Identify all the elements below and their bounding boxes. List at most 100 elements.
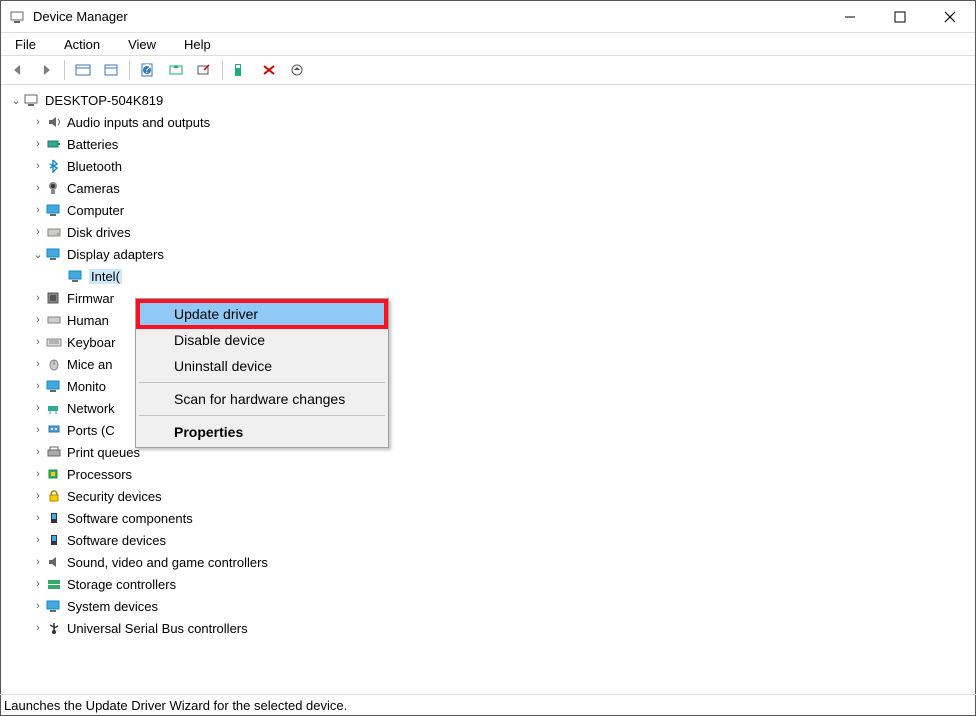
expander-icon[interactable]: ⌄ (9, 94, 23, 107)
expander-icon[interactable]: › (31, 468, 45, 480)
tree-item-label: Processors (67, 467, 132, 482)
uninstall-device-button[interactable] (256, 58, 282, 82)
tree-item-disk-drives[interactable]: › Disk drives (9, 221, 975, 243)
display-adapter-icon (67, 268, 85, 284)
expander-icon[interactable]: › (31, 138, 45, 150)
expander-icon[interactable]: › (31, 380, 45, 392)
context-uninstall-device[interactable]: Uninstall device (138, 353, 386, 379)
keyboard-icon (45, 334, 63, 350)
bluetooth-icon (45, 158, 63, 174)
expander-icon[interactable]: › (31, 116, 45, 128)
tree-root[interactable]: ⌄ DESKTOP-504K819 (9, 89, 975, 111)
tree-item-label: Monito (67, 379, 106, 394)
storage-icon (45, 576, 63, 592)
expander-icon[interactable]: › (31, 578, 45, 590)
tree-item-computer[interactable]: › Computer (9, 199, 975, 221)
tree-item-label: Keyboar (67, 335, 115, 350)
display-adapter-icon (45, 246, 63, 262)
tree-item-display-adapters[interactable]: ⌄ Display adapters (9, 243, 975, 265)
tree-item-software-devices[interactable]: › Software devices (9, 529, 975, 551)
expander-icon[interactable]: › (31, 402, 45, 414)
forward-button[interactable] (33, 58, 59, 82)
computer-icon (23, 92, 41, 108)
menu-file[interactable]: File (9, 35, 42, 54)
properties-button[interactable] (98, 58, 124, 82)
hid-icon (45, 312, 63, 328)
tree-item-audio[interactable]: › Audio inputs and outputs (9, 111, 975, 133)
tree-item-label: System devices (67, 599, 158, 614)
expander-icon[interactable]: › (31, 556, 45, 568)
expander-icon[interactable]: › (31, 336, 45, 348)
tree-item-label: Computer (67, 203, 124, 218)
system-icon (45, 598, 63, 614)
speaker-icon (45, 114, 63, 130)
help-button[interactable]: ? (135, 58, 161, 82)
expander-icon[interactable]: › (31, 292, 45, 304)
expander-icon[interactable]: › (31, 534, 45, 546)
expander-icon[interactable]: › (31, 512, 45, 524)
menu-view[interactable]: View (122, 35, 162, 54)
context-properties[interactable]: Properties (138, 419, 386, 445)
expander-icon[interactable]: › (31, 622, 45, 634)
expander-icon[interactable]: › (31, 182, 45, 194)
tree-item-intel-uhd[interactable]: Intel( (9, 265, 975, 287)
context-update-driver[interactable]: Update driver (138, 301, 386, 327)
menu-action[interactable]: Action (58, 35, 106, 54)
device-manager-icon (9, 9, 25, 25)
context-scan-hardware[interactable]: Scan for hardware changes (138, 386, 386, 412)
back-button[interactable] (5, 58, 31, 82)
expander-icon[interactable]: › (31, 160, 45, 172)
maximize-button[interactable] (875, 1, 925, 32)
close-button[interactable] (925, 1, 975, 32)
battery-icon (45, 136, 63, 152)
context-separator (139, 415, 385, 416)
expander-icon[interactable]: ⌄ (31, 248, 45, 261)
tree-item-bluetooth[interactable]: › Bluetooth (9, 155, 975, 177)
tree-item-system-devices[interactable]: › System devices (9, 595, 975, 617)
menu-help[interactable]: Help (178, 35, 217, 54)
expander-icon[interactable]: › (31, 314, 45, 326)
tree-item-label: Software devices (67, 533, 166, 548)
scan-for-hardware-button[interactable] (228, 58, 254, 82)
tree-item-label: Audio inputs and outputs (67, 115, 210, 130)
tree-item-cameras[interactable]: › Cameras (9, 177, 975, 199)
monitor-icon (45, 378, 63, 394)
context-menu: Update driver Disable device Uninstall d… (135, 298, 389, 448)
tree-item-processors[interactable]: › Processors (9, 463, 975, 485)
expander-icon[interactable]: › (31, 490, 45, 502)
disable-device-button[interactable] (191, 58, 217, 82)
monitor-icon (45, 202, 63, 218)
add-legacy-hardware-button[interactable] (284, 58, 310, 82)
minimize-button[interactable] (825, 1, 875, 32)
tree-item-batteries[interactable]: › Batteries (9, 133, 975, 155)
expander-icon[interactable]: › (31, 204, 45, 216)
status-text: Launches the Update Driver Wizard for th… (4, 698, 347, 713)
expander-icon[interactable]: › (31, 446, 45, 458)
tree-item-label: Network (67, 401, 115, 416)
tree-item-label: Display adapters (67, 247, 164, 262)
tree-item-label: Intel( (89, 269, 122, 284)
tree-item-label: Security devices (67, 489, 162, 504)
sound-icon (45, 554, 63, 570)
software-component-icon (45, 510, 63, 526)
cpu-icon (45, 466, 63, 482)
update-driver-button[interactable] (163, 58, 189, 82)
context-disable-device[interactable]: Disable device (138, 327, 386, 353)
tree-item-label: Disk drives (67, 225, 131, 240)
tree-item-storage-controllers[interactable]: › Storage controllers (9, 573, 975, 595)
expander-icon[interactable]: › (31, 600, 45, 612)
security-icon (45, 488, 63, 504)
expander-icon[interactable]: › (31, 226, 45, 238)
tree-item-sound-video-game[interactable]: › Sound, video and game controllers (9, 551, 975, 573)
tree-item-label: Print queues (67, 445, 140, 460)
tree-item-label: Human (67, 313, 109, 328)
tree-item-software-components[interactable]: › Software components (9, 507, 975, 529)
printer-icon (45, 444, 63, 460)
tree-item-label: Mice an (67, 357, 113, 372)
expander-icon[interactable]: › (31, 424, 45, 436)
tree-item-label: Software components (67, 511, 193, 526)
expander-icon[interactable]: › (31, 358, 45, 370)
tree-item-usb-controllers[interactable]: › Universal Serial Bus controllers (9, 617, 975, 639)
show-hide-console-button[interactable] (70, 58, 96, 82)
tree-item-security[interactable]: › Security devices (9, 485, 975, 507)
